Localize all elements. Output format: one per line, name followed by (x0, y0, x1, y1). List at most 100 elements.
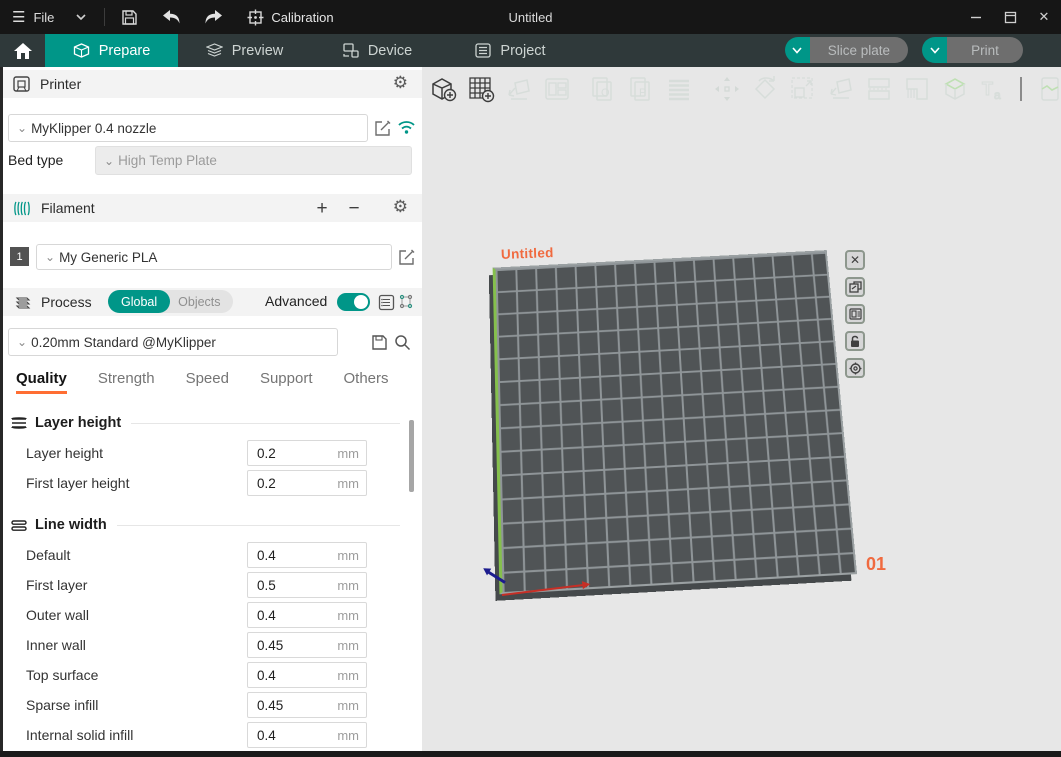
setting-row-top-surface: Top surface 0.4 mm (0, 660, 404, 690)
filament-preset-select[interactable]: ⌄ My Generic PLA (36, 244, 392, 270)
calibration-label: Calibration (271, 10, 333, 25)
add-plate-icon[interactable] (464, 72, 497, 105)
chevron-down-icon: ⌄ (45, 250, 55, 264)
edit-filament-icon[interactable] (396, 247, 416, 267)
search-icon[interactable] (392, 332, 412, 352)
bed-type-select[interactable]: ⌄ High Temp Plate (95, 146, 412, 175)
line-width-group-title: Line width (10, 512, 404, 538)
svg-text:T: T (982, 79, 993, 99)
process-preset-select[interactable]: ⌄ 0.20mm Standard @MyKlipper (8, 328, 338, 356)
filament-icon (13, 201, 31, 216)
printer-preset-select[interactable]: ⌄ MyKlipper 0.4 nozzle (8, 114, 368, 142)
settings-list: Layer height Layer height 0.2 mm First l… (0, 404, 404, 757)
first-layer-line-width-input[interactable]: 0.5 mm (247, 572, 367, 598)
import-plate-icon[interactable]: P (624, 72, 657, 105)
tab-project[interactable]: Project (444, 34, 577, 67)
sparse-infill-line-width-input[interactable]: 0.45 mm (247, 692, 367, 718)
layer-height-input[interactable]: 0.2 mm (247, 440, 367, 466)
printer-settings-gear-icon[interactable]: ⚙ (393, 74, 408, 91)
auto-orient-icon[interactable] (502, 72, 535, 105)
delete-plate-button[interactable]: ✕ (845, 250, 865, 270)
process-section-header: Process Global Objects Advanced (0, 288, 422, 316)
wifi-connection-icon[interactable] (396, 117, 416, 137)
sidebar-panel: Printer ⚙ ⌄ MyKlipper 0.4 nozzle Bed typ… (0, 67, 422, 757)
setting-row-internal-solid-infill: Internal solid infill 0.4 mm (0, 720, 404, 750)
save-preset-icon[interactable] (369, 332, 389, 352)
default-line-width-input[interactable]: 0.4 mm (247, 542, 367, 568)
build-plate[interactable] (493, 250, 857, 594)
tab-others[interactable]: Others (344, 370, 389, 394)
tab-device[interactable]: Device (311, 34, 444, 67)
tab-strength[interactable]: Strength (98, 370, 155, 394)
support-paint-icon[interactable] (900, 72, 933, 105)
maximize-button[interactable] (993, 0, 1027, 34)
menu-hamburger-icon[interactable]: ☰ (12, 0, 25, 34)
scope-global-button[interactable]: Global (108, 290, 170, 313)
rotate-tool-icon[interactable] (748, 72, 781, 105)
tab-quality[interactable]: Quality (16, 370, 67, 394)
top-surface-line-width-input[interactable]: 0.4 mm (247, 662, 367, 688)
setting-row-first-layer: First layer 0.5 mm (0, 570, 404, 600)
slice-plate-button[interactable]: Slice plate (810, 37, 908, 63)
close-button[interactable]: ✕ (1027, 0, 1061, 34)
scale-tool-icon[interactable] (786, 72, 819, 105)
outer-wall-line-width-input[interactable]: 0.4 mm (247, 602, 367, 628)
move-tool-icon[interactable] (710, 72, 743, 105)
layer-height-group-title: Layer height (10, 410, 404, 436)
calibration-icon (245, 7, 265, 27)
setting-row-first-layer-height: First layer height 0.2 mm (0, 468, 404, 498)
slice-options-chevron[interactable] (785, 37, 810, 63)
settings-scrollbar[interactable] (409, 420, 414, 492)
plate-gear-button[interactable] (845, 358, 865, 378)
add-object-icon[interactable] (426, 72, 459, 105)
plate-settings-button[interactable] (845, 304, 865, 324)
save-icon[interactable] (119, 7, 139, 27)
print-button[interactable]: Print (947, 37, 1023, 63)
seam-paint-icon[interactable] (1033, 72, 1061, 105)
setting-row-outer-wall: Outer wall 0.4 mm (0, 600, 404, 630)
tab-preview[interactable]: Preview (178, 34, 311, 67)
calibration-button[interactable]: Calibration (245, 7, 333, 27)
file-menu-chevron-icon[interactable] (76, 12, 86, 22)
cut-tool-icon[interactable] (862, 72, 895, 105)
add-filament-button[interactable]: + (312, 198, 332, 220)
plate-button-column: ✕ (845, 250, 865, 378)
slice-plate-split-button: Slice plate (785, 37, 908, 63)
remove-filament-button[interactable]: − (344, 198, 364, 220)
text-tool-icon[interactable]: Ta (976, 72, 1009, 105)
filament-settings-gear-icon[interactable]: ⚙ (393, 198, 408, 215)
import-objects-icon[interactable]: O (586, 72, 619, 105)
arrange-plate-button[interactable] (845, 277, 865, 297)
process-preset-value: 0.20mm Standard @MyKlipper (31, 335, 216, 350)
file-menu[interactable]: File (33, 0, 54, 34)
plate-number-label: 01 (866, 554, 886, 575)
place-on-face-icon[interactable] (824, 72, 857, 105)
layers-list-icon[interactable] (662, 72, 695, 105)
tab-support[interactable]: Support (260, 370, 313, 394)
tab-speed[interactable]: Speed (186, 370, 229, 394)
window-title: Untitled (0, 10, 1061, 25)
compare-preset-icon[interactable] (376, 292, 396, 312)
advanced-toggle[interactable] (337, 293, 370, 311)
home-button[interactable] (0, 34, 45, 67)
search-params-icon[interactable] (396, 292, 416, 312)
first-layer-height-input[interactable]: 0.2 mm (247, 470, 367, 496)
redo-icon[interactable] (203, 7, 223, 27)
scope-objects-button[interactable]: Objects (170, 295, 232, 309)
slicer-window: ☰ File Calibration Untitled ✕ (0, 0, 1061, 757)
mesh-boolean-icon[interactable] (938, 72, 971, 105)
undo-icon[interactable] (161, 7, 181, 27)
viewport-3d[interactable]: O P (422, 67, 1061, 757)
lock-plate-button[interactable] (845, 331, 865, 351)
arrange-icon[interactable] (540, 72, 573, 105)
internal-solid-infill-line-width-input[interactable]: 0.4 mm (247, 722, 367, 748)
edit-printer-icon[interactable] (372, 118, 392, 138)
print-options-chevron[interactable] (922, 37, 947, 63)
toggle-knob (354, 295, 368, 309)
bed-type-value: High Temp Plate (118, 153, 217, 168)
tab-prepare[interactable]: Prepare (45, 34, 178, 67)
device-monitor-icon (343, 43, 359, 58)
minimize-button[interactable] (959, 0, 993, 34)
inner-wall-line-width-input[interactable]: 0.45 mm (247, 632, 367, 658)
window-bottom-edge (0, 751, 1061, 757)
